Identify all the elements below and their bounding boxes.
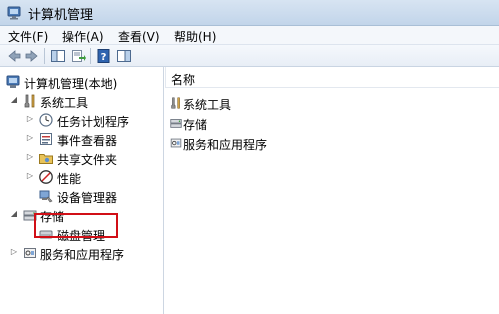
tree-label: 任务计划程序 [57,115,130,129]
highlight-box [34,213,118,238]
menu-view[interactable]: 查看(V) [118,28,160,45]
tree-label: 设备管理器 [57,191,118,205]
tree-label: 性能 [57,172,82,186]
svg-text:?: ? [101,52,107,63]
shared-folder-icon [38,150,54,166]
tools-icon [169,96,183,110]
forward-icon[interactable] [24,48,40,64]
toolbar: ? [0,45,499,67]
tree-label: 系统工具 [40,96,89,110]
title-bar[interactable]: 计算机管理 [0,0,499,26]
toolbar-separator [44,48,45,64]
collapsed-arrow-icon[interactable]: ▷ [26,134,34,142]
tree-label: 共享文件夹 [57,153,118,167]
menu-bar: 文件(F) 操作(A) 查看(V) 帮助(H) [0,26,499,45]
content-list[interactable]: 名称 系统工具 存储 服务和应用程序 [165,67,499,314]
window-title: 计算机管理 [28,8,94,23]
menu-file[interactable]: 文件(F) [8,28,48,45]
expanded-arrow-icon[interactable]: ◢ [10,210,18,218]
storage-icon [169,116,183,130]
tree-label: 服务和应用程序 [40,248,125,262]
tree-label: 计算机管理(本地) [24,77,118,91]
performance-icon [38,169,54,185]
menu-help[interactable]: 帮助(H) [174,28,216,45]
column-header-label: 名称 [171,73,196,87]
column-header-name[interactable]: 名称 [165,67,499,88]
export-list-icon[interactable] [70,48,86,64]
help-icon[interactable]: ? [96,48,112,64]
list-item-label: 服务和应用程序 [183,138,268,152]
column-separator [165,67,166,88]
tools-icon [22,93,38,109]
clock-icon [38,112,54,128]
show-hide-tree-icon[interactable] [50,48,66,64]
list-item-label: 存储 [183,118,208,132]
services-icon [169,136,183,150]
navigation-tree[interactable]: 计算机管理(本地) ◢ 系统工具 ▷ 任务计划程序 ▷ 事件查看器 ▷ 共享文件… [0,67,164,314]
services-icon [22,245,38,261]
event-viewer-icon [38,131,54,147]
toolbar-separator [90,48,91,64]
collapsed-arrow-icon[interactable]: ▷ [10,248,18,256]
show-hide-action-pane-icon[interactable] [116,48,132,64]
device-manager-icon [38,188,54,204]
list-item-label: 系统工具 [183,98,232,112]
collapsed-arrow-icon[interactable]: ▷ [26,115,34,123]
computer-management-icon [5,74,21,90]
computer-management-window: 计算机管理 文件(F) 操作(A) 查看(V) 帮助(H) ? 计算机管理(本地… [0,0,499,314]
collapsed-arrow-icon[interactable]: ▷ [26,172,34,180]
menu-action[interactable]: 操作(A) [62,28,104,45]
collapsed-arrow-icon[interactable]: ▷ [26,153,34,161]
computer-management-icon [6,5,22,21]
tree-label: 事件查看器 [57,134,118,148]
expanded-arrow-icon[interactable]: ◢ [10,96,18,104]
back-icon[interactable] [6,48,22,64]
